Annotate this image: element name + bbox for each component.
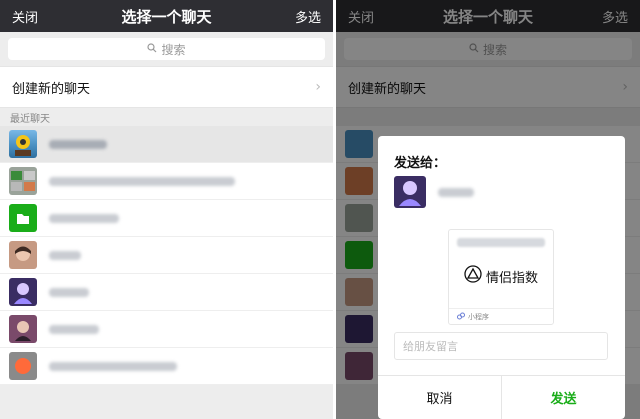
avatar [9,167,37,195]
chevron-right-icon: › [315,79,321,95]
chat-list-item[interactable] [0,237,333,274]
avatar [9,278,37,306]
recent-chat-list [0,126,333,385]
search-icon [147,42,157,56]
avatar [9,241,37,269]
chat-name-blurred [49,139,107,149]
recipient [394,176,474,208]
create-new-chat-label: 创建新的聊天 [12,81,91,97]
close-button[interactable]: 关闭 [12,7,38,26]
chat-name-blurred [49,287,89,297]
multi-select-button[interactable]: 多选 [295,7,321,26]
chat-list-item[interactable] [0,163,333,200]
title-bar: 关闭 选择一个聊天 多选 [0,0,333,32]
card-brand-name: 情侣指数 [485,270,538,286]
chat-name-blurred [49,250,81,260]
chat-list-item[interactable] [0,274,333,311]
search-placeholder: 搜索 [161,42,186,57]
card-footer: 小程序 [449,308,553,324]
send-to-dialog: 发送给： 情侣指数 小程序 给朋友留言 取消 发送 [378,136,625,419]
chat-list-item[interactable] [0,200,333,237]
couple-index-logo-icon [464,265,482,287]
chat-list-item[interactable] [0,311,333,348]
send-dialog-screen: 关闭 选择一个聊天 多选 搜索 创建新的聊天 › 发送给： 情侣指数 小程序 给… [336,0,640,419]
card-description-blurred [457,238,545,247]
avatar [9,315,37,343]
chat-name-blurred [49,361,177,371]
chat-list-item[interactable] [0,348,333,385]
card-footer-label: 小程序 [468,312,489,321]
dialog-actions: 取消 发送 [378,375,625,419]
avatar [9,352,37,380]
chat-name-blurred [49,213,119,223]
mini-program-card[interactable]: 情侣指数 小程序 [448,229,554,325]
page-title: 选择一个聊天 [121,7,212,26]
cancel-button[interactable]: 取消 [378,376,502,419]
message-input[interactable]: 给朋友留言 [394,332,608,360]
mini-program-icon [457,312,465,322]
avatar [394,176,426,208]
card-brand: 情侣指数 [449,265,553,287]
chat-name-blurred [49,324,99,334]
chat-name-blurred [49,176,235,186]
search-container: 搜索 [0,32,333,66]
create-new-chat-item[interactable]: 创建新的聊天 › [0,66,333,108]
avatar [9,204,37,232]
recipient-name-blurred [438,187,474,197]
chat-picker-screen: 关闭 选择一个聊天 多选 搜索 创建新的聊天 › 最近聊天 [0,0,333,419]
recent-chats-header: 最近聊天 [10,113,50,125]
send-button[interactable]: 发送 [502,376,625,419]
chat-list-item[interactable] [0,126,333,163]
avatar [9,130,37,158]
search-input[interactable]: 搜索 [8,38,325,60]
dialog-heading: 发送给： [394,156,447,171]
